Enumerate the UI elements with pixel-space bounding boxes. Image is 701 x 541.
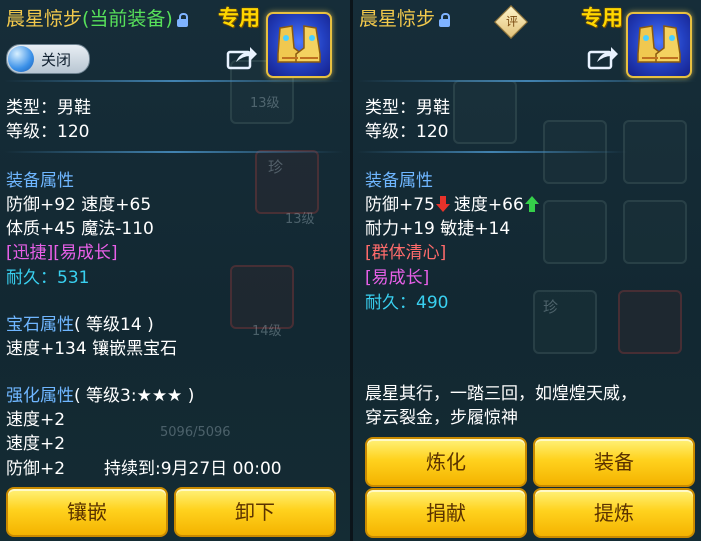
- attr-line: 防御+92 速度+65: [6, 195, 152, 215]
- gem-header-label: 宝石属性: [6, 315, 74, 335]
- refine-button[interactable]: 炼化: [365, 437, 527, 487]
- bg-level-text: 13级: [285, 212, 315, 227]
- enhance-line: 速度+2: [6, 410, 66, 430]
- boots-item-icon[interactable]: [626, 12, 692, 78]
- item-name: 晨星惊步: [359, 8, 436, 30]
- level-line: 等级：120: [6, 122, 90, 142]
- enhance-duration: 持续到:9月27日 00:00: [104, 459, 282, 479]
- boots-item-icon[interactable]: [266, 12, 332, 78]
- divider: [4, 151, 344, 153]
- arrow-down-icon: [435, 196, 450, 212]
- bg-slot: [255, 150, 319, 214]
- enhance-header-label: 强化属性: [6, 386, 74, 406]
- lock-icon: [176, 12, 188, 27]
- special-attr-line: [迅捷][易成长]: [6, 243, 118, 263]
- attr-speed: 速度+66: [453, 195, 524, 215]
- extract-button[interactable]: 提炼: [533, 488, 695, 538]
- bg-slot: [618, 290, 682, 354]
- exclusive-label: 专用: [218, 6, 260, 30]
- attr-line: 耐力+19 敏捷+14: [365, 219, 511, 239]
- bg-level-text: 14级: [252, 324, 282, 339]
- equip-attr-header: 装备属性: [6, 171, 74, 191]
- bg-slot: [623, 120, 687, 184]
- level-line: 等级：120: [365, 122, 449, 142]
- inlay-button[interactable]: 镶嵌: [6, 487, 168, 537]
- donate-button[interactable]: 捐献: [365, 488, 527, 538]
- current-equipped-tag: (当前装备): [82, 8, 173, 30]
- desc-line: 穿云裂金，步履惊神: [365, 408, 518, 428]
- item-title: 晨星惊步: [359, 4, 451, 31]
- bg-level-text: 13级: [250, 96, 280, 111]
- bg-slot: [543, 200, 607, 264]
- item-title: 晨星惊步(当前装备): [6, 4, 188, 31]
- bg-gem-text: 珍: [268, 158, 284, 176]
- arrow-up-icon: [524, 196, 539, 212]
- equip-attr-header: 装备属性: [365, 171, 433, 191]
- attr-line: 防御+75 速度+66: [365, 190, 539, 215]
- attr-line: 体质+45 魔法-110: [6, 219, 154, 239]
- toggle-knob: [8, 46, 34, 72]
- durability-line: 耐久：531: [6, 268, 90, 288]
- gem-attr-header: 宝石属性( 等级14 ): [6, 310, 154, 335]
- unequip-button[interactable]: 卸下: [174, 487, 336, 537]
- enhance-line: 速度+2: [6, 434, 66, 454]
- current-equipment-panel: 13级 13级 14级 珍 5096/5096 晨星惊步(当前装备) 专用 关闭…: [0, 0, 353, 541]
- attr-defense: 防御+75: [365, 195, 435, 215]
- enhance-header-level: ( 等级3:★★★ ): [74, 386, 195, 406]
- special-attr-line: [群体清心]: [365, 243, 447, 263]
- lock-icon: [439, 12, 451, 27]
- durability-line: 耐久：490: [365, 293, 449, 313]
- bg-gem-text: 珍: [543, 298, 559, 316]
- bg-hp-text: 5096/5096: [160, 425, 231, 440]
- item-description: 晨星其行，一踏三回，如煌煌天威， 穿云裂金，步履惊神: [365, 382, 695, 430]
- rating-badge-icon[interactable]: 评: [494, 5, 528, 39]
- rating-badge-text: 评: [506, 14, 519, 29]
- divider: [357, 80, 697, 82]
- bg-slot: [453, 80, 517, 144]
- enhance-attr-header: 强化属性( 等级3:★★★ ): [6, 381, 194, 406]
- compare-toggle[interactable]: 关闭: [6, 44, 90, 74]
- gem-header-level: ( 等级14 ): [74, 315, 154, 335]
- desc-line: 晨星其行，一踏三回，如煌煌天威，: [365, 384, 637, 404]
- exclusive-label: 专用: [581, 6, 623, 30]
- enhance-line: 防御+2: [6, 459, 66, 479]
- new-item-panel: 珍 晨星惊步 评 专用 类型：男鞋 等级：120 装备属性 防御+75 速度+66…: [353, 0, 701, 541]
- divider: [4, 80, 344, 82]
- share-icon[interactable]: [226, 44, 258, 70]
- share-icon[interactable]: [587, 44, 619, 70]
- toggle-label: 关闭: [41, 51, 72, 69]
- item-name: 晨星惊步: [6, 8, 83, 30]
- divider: [357, 151, 627, 153]
- gem-line: 速度+134 镶嵌黑宝石: [6, 339, 178, 359]
- type-line: 类型：男鞋: [6, 98, 91, 118]
- bg-slot: [623, 200, 687, 264]
- type-line: 类型：男鞋: [365, 98, 450, 118]
- special-attr-line: [易成长]: [365, 268, 430, 288]
- equip-button[interactable]: 装备: [533, 437, 695, 487]
